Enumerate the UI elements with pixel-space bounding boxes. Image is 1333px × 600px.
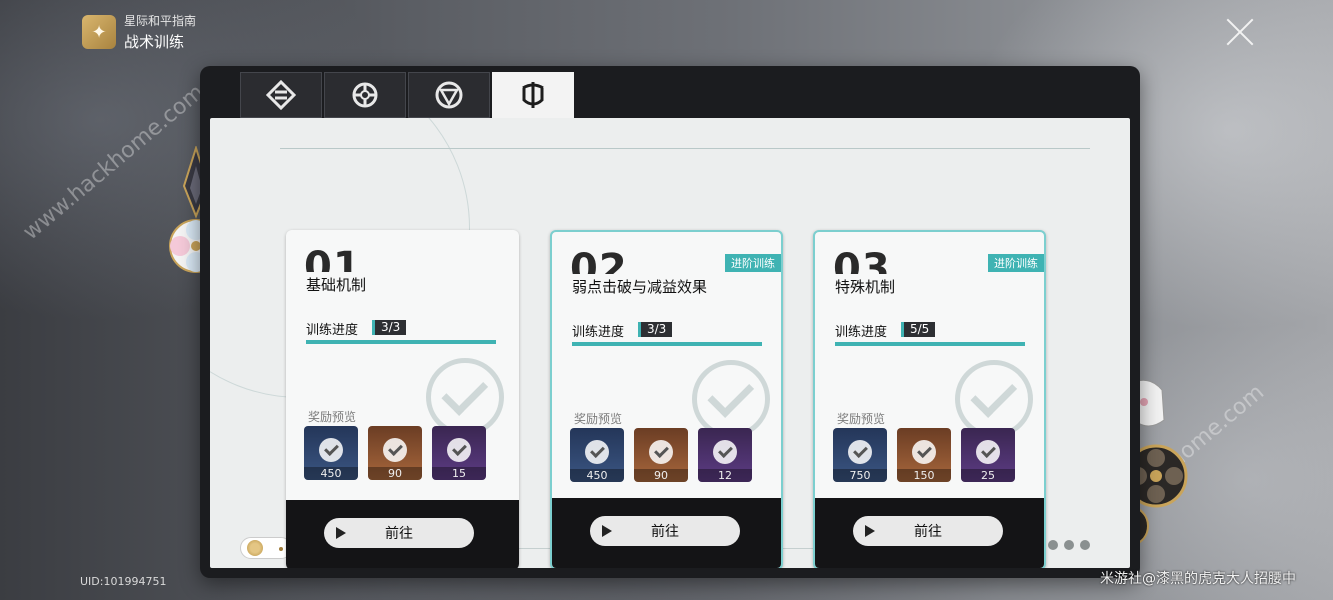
card-title: 弱点击破与减益效果 [572, 278, 708, 296]
flower-gear-icon [352, 82, 378, 108]
guide-book-icon: ✦ [82, 15, 116, 49]
progress-fill [306, 340, 496, 344]
progress-label: 训练进度 [835, 325, 888, 340]
completed-check-icon [426, 358, 504, 436]
training-card: 03 进阶训练 特殊机制 训练进度 5/5 奖励预览 750 150 25 前往 [813, 230, 1046, 568]
arrow-icon [602, 525, 612, 537]
card-number: 01 [304, 244, 362, 272]
progress-fill [835, 342, 1025, 346]
claimed-check-icon [319, 438, 343, 462]
reward-list: 450 90 12 [570, 428, 752, 482]
training-panel: 01 基础机制 训练进度 3/3 奖励预览 450 90 15 前往 02 进阶… [200, 66, 1140, 578]
card-footer: 前往 [815, 498, 1044, 568]
go-button[interactable]: 前往 [853, 516, 1003, 546]
training-card: 02 进阶训练 弱点击破与减益效果 训练进度 3/3 奖励预览 450 90 1… [550, 230, 783, 568]
tab-trident[interactable] [492, 72, 574, 118]
progress-label: 训练进度 [306, 323, 359, 338]
reward-list: 450 90 15 [304, 426, 486, 480]
reward-count: 90 [368, 467, 422, 480]
go-button-label: 前往 [385, 526, 413, 542]
rewards-label: 奖励预览 [574, 412, 623, 426]
claimed-check-icon [848, 440, 872, 464]
tab-diamond[interactable] [240, 72, 322, 118]
card-area: 01 基础机制 训练进度 3/3 奖励预览 450 90 15 前往 02 进阶… [210, 118, 1130, 568]
reward-item[interactable]: 750 [833, 428, 887, 482]
go-button-label: 前往 [914, 524, 942, 540]
progress-bar [306, 340, 496, 344]
claimed-check-icon [976, 440, 1000, 464]
advanced-badge: 进阶训练 [988, 254, 1044, 272]
claimed-check-icon [585, 440, 609, 464]
reward-count: 25 [961, 469, 1015, 482]
decorative-line [280, 148, 1090, 149]
page-title: 战术训练 [124, 33, 185, 51]
training-card: 01 基础机制 训练进度 3/3 奖励预览 450 90 15 前往 [286, 230, 519, 568]
claimed-check-icon [912, 440, 936, 464]
diamond-shield-icon [266, 80, 296, 110]
claimed-check-icon [713, 440, 737, 464]
reward-count: 15 [432, 467, 486, 480]
tab-bar [240, 72, 574, 118]
completed-check-icon [955, 360, 1033, 438]
claimed-check-icon [383, 438, 407, 462]
page-header: ✦ 星际和平指南 战术训练 [82, 12, 196, 52]
card-title: 特殊机制 [835, 278, 896, 296]
card-footer: 前往 [286, 500, 519, 568]
reward-count: 12 [698, 469, 752, 482]
completed-check-icon [692, 360, 770, 438]
progress-value: 3/3 [638, 322, 673, 337]
arrow-icon [865, 525, 875, 537]
trident-icon [522, 82, 544, 108]
rewards-label: 奖励预览 [308, 410, 357, 424]
claimed-check-icon [447, 438, 471, 462]
triangle-circle-icon [435, 81, 463, 109]
card-title: 基础机制 [306, 276, 367, 294]
reward-item[interactable]: 90 [634, 428, 688, 482]
go-button[interactable]: 前往 [324, 518, 474, 548]
arrow-icon [336, 527, 346, 539]
home-toggle[interactable] [240, 537, 292, 559]
user-id: UID:101994751 [80, 575, 167, 588]
card-number: 03 [833, 246, 891, 274]
claimed-check-icon [649, 440, 673, 464]
reward-count: 450 [570, 469, 624, 482]
reward-count: 750 [833, 469, 887, 482]
progress-label: 训练进度 [572, 325, 625, 340]
progress-bar [835, 342, 1025, 346]
reward-list: 750 150 25 [833, 428, 1015, 482]
card-number: 02 [570, 246, 628, 274]
advanced-badge: 进阶训练 [725, 254, 781, 272]
card-footer: 前往 [552, 498, 781, 568]
reward-count: 450 [304, 467, 358, 480]
reward-item[interactable]: 15 [432, 426, 486, 480]
close-icon[interactable] [1224, 16, 1256, 48]
page-dots [1048, 540, 1090, 550]
rewards-label: 奖励预览 [837, 412, 886, 426]
reward-item[interactable]: 450 [304, 426, 358, 480]
reward-item[interactable]: 12 [698, 428, 752, 482]
reward-count: 90 [634, 469, 688, 482]
reward-item[interactable]: 25 [961, 428, 1015, 482]
progress-value: 5/5 [901, 322, 936, 337]
credit-watermark: 米游社@漆黑的虎克大人招腰中 [1100, 571, 1296, 587]
reward-item[interactable]: 90 [368, 426, 422, 480]
progress-fill [572, 342, 762, 346]
tab-flower[interactable] [324, 72, 406, 118]
reward-item[interactable]: 150 [897, 428, 951, 482]
reward-item[interactable]: 450 [570, 428, 624, 482]
go-button-label: 前往 [651, 524, 679, 540]
progress-bar [572, 342, 762, 346]
tab-triangle[interactable] [408, 72, 490, 118]
reward-count: 150 [897, 469, 951, 482]
header-subtitle: 星际和平指南 [124, 14, 197, 28]
progress-value: 3/3 [372, 320, 407, 335]
go-button[interactable]: 前往 [590, 516, 740, 546]
